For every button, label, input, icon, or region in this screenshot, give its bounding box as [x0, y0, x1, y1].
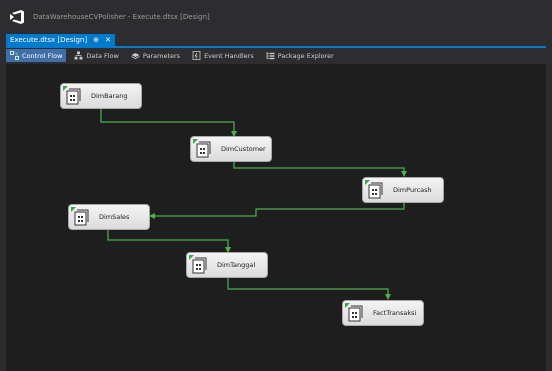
document-tab-label: Execute.dtsx [Design]: [10, 36, 88, 44]
sql-task-icon: [348, 305, 363, 322]
visual-studio-logo-icon: [10, 10, 24, 24]
sql-task-icon: [196, 141, 211, 158]
task-label: DimPurcash: [393, 186, 432, 194]
window-title: DataWarehouseCVPolisher - Execute.dtsx […: [33, 13, 210, 21]
task-label: DimSales: [99, 213, 130, 221]
event-handlers-icon: [192, 51, 201, 60]
sql-task-icon: [192, 257, 207, 274]
task-dim-purcash[interactable]: DimPurcash: [362, 177, 444, 203]
sql-task-icon: [368, 182, 383, 199]
close-icon[interactable]: ✕: [105, 34, 111, 46]
tab-control-flow-label: Control Flow: [22, 51, 63, 60]
sql-task-icon: [74, 209, 89, 226]
data-flow-icon: [74, 51, 83, 60]
tab-data-flow[interactable]: Data Flow: [70, 49, 122, 62]
task-label: DimTanggal: [217, 261, 256, 269]
task-dim-tanggal[interactable]: DimTanggal: [186, 252, 268, 278]
control-flow-icon: [10, 51, 19, 60]
parameters-icon: [131, 53, 140, 59]
tab-data-flow-label: Data Flow: [86, 51, 119, 60]
task-fact-transaksi[interactable]: FactTransaksi: [342, 300, 424, 326]
tab-parameters-label: Parameters: [142, 51, 181, 60]
task-dim-barang[interactable]: DimBarang: [60, 83, 142, 109]
task-label: FactTransaksi: [373, 309, 417, 317]
task-dim-customer[interactable]: DimCustomer: [190, 136, 272, 162]
task-label: DimBarang: [91, 92, 128, 100]
package-explorer-icon: [266, 52, 275, 60]
document-tab-execute[interactable]: Execute.dtsx [Design] ⊕ ✕: [6, 34, 115, 46]
tab-control-flow[interactable]: Control Flow: [6, 49, 67, 62]
tab-event-handlers[interactable]: Event Handlers: [188, 49, 258, 62]
tab-event-handlers-label: Event Handlers: [204, 51, 254, 60]
sql-task-icon: [66, 88, 81, 105]
task-dim-sales[interactable]: DimSales: [68, 204, 150, 230]
tab-package-explorer[interactable]: Package Explorer: [262, 49, 338, 62]
pin-icon[interactable]: ⊕: [93, 34, 99, 46]
tab-parameters[interactable]: Parameters: [127, 49, 184, 62]
title-bar: DataWarehouseCVPolisher - Execute.dtsx […: [0, 0, 552, 34]
tab-package-explorer-label: Package Explorer: [277, 51, 334, 60]
task-label: DimCustomer: [221, 145, 266, 153]
designer-tab-bar: Control Flow Data Flow Parameters Event …: [6, 48, 546, 63]
